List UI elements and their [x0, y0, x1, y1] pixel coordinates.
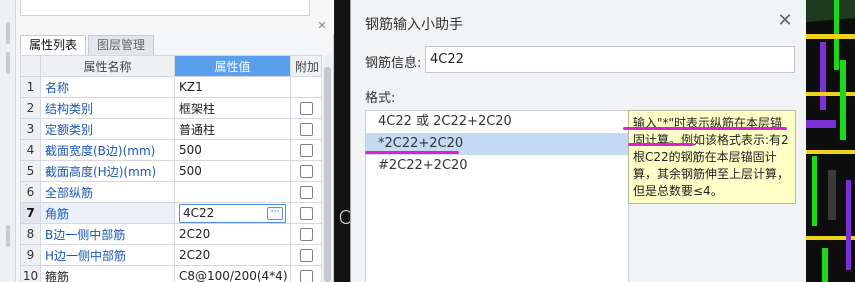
- add-column-header: 附加: [290, 55, 322, 77]
- row-index: 4: [20, 139, 41, 161]
- add-cell: [290, 181, 322, 203]
- close-icon[interactable]: ✕: [776, 12, 794, 30]
- property-name: 箍筋: [40, 265, 175, 282]
- row-index: 1: [20, 76, 41, 98]
- property-value-input[interactable]: 4C22 ···: [179, 203, 286, 223]
- property-table: 属性名称 属性值 附加 1 名称 KZ1 2 结构类别 框架柱 3 定额类别 普通柱 4 截面宽度(…: [20, 55, 322, 282]
- add-cell: [290, 244, 322, 266]
- table-row[interactable]: 1 名称 KZ1: [20, 76, 322, 98]
- row-index: 10: [20, 265, 41, 282]
- property-panel: ✕ 属性列表 图层管理 属性名称 属性值 附加 1 名称 KZ1 2 结构类别 框架柱 3 定…: [16, 0, 334, 282]
- property-name: 全部纵筋: [40, 181, 175, 203]
- table-row[interactable]: 2 结构类别 框架柱: [20, 97, 322, 119]
- property-value[interactable]: C8@100/200(4*4): [174, 265, 291, 282]
- annotation-underline: [628, 143, 694, 146]
- rebar-info-label: 钢筋信息:: [365, 56, 422, 71]
- dialog-title: 钢筋输入小助手: [365, 17, 463, 33]
- add-cell: [290, 202, 322, 224]
- scrollbar-thumb[interactable]: [324, 67, 331, 282]
- tab-property-list[interactable]: 属性列表: [20, 35, 87, 55]
- add-checkbox[interactable]: [299, 270, 313, 282]
- table-row[interactable]: 8 B边一侧中部筋 2C20: [20, 223, 322, 245]
- property-name: 截面高度(H边)(mm): [40, 160, 175, 182]
- add-cell: [290, 223, 322, 245]
- add-cell: [290, 118, 322, 140]
- name-column-header: 属性名称: [40, 55, 175, 77]
- add-checkbox[interactable]: [299, 228, 313, 241]
- format-hint-tooltip: 输入"*"时表示纵筋在本层锚固计算。例如该格式表示:有2根C22的钢筋在本层锚固…: [628, 110, 796, 204]
- panel-scrollbar[interactable]: [323, 55, 332, 282]
- property-name: 名称: [40, 76, 175, 98]
- rebar-input-helper-dialog: 钢筋输入小助手 ✕ 钢筋信息: 格式: 4C22 或 2C22+2C20 *2C…: [350, 0, 806, 282]
- table-row[interactable]: 5 截面高度(H边)(mm) 500: [20, 160, 322, 182]
- format-list: 4C22 或 2C22+2C20 *2C22+2C20 #2C22+2C20: [365, 110, 629, 282]
- structure-render: [806, 0, 855, 282]
- panel-header: ✕: [16, 0, 334, 34]
- row-index: 2: [20, 97, 41, 119]
- tab-layer-management[interactable]: 图层管理: [88, 35, 155, 55]
- row-index: 5: [20, 160, 41, 182]
- property-name: 截面宽度(B边)(mm): [40, 139, 175, 161]
- table-row[interactable]: 9 H边一侧中部筋 2C20: [20, 244, 322, 266]
- add-checkbox[interactable]: [299, 102, 313, 115]
- add-cell: [290, 97, 322, 119]
- table-row[interactable]: 4 截面宽度(B边)(mm) 500: [20, 139, 322, 161]
- property-name: 结构类别: [40, 97, 175, 119]
- left-toolbar-strip: [0, 0, 16, 282]
- property-value[interactable]: KZ1: [174, 76, 291, 98]
- add-checkbox[interactable]: [299, 123, 313, 136]
- property-value[interactable]: 框架柱: [174, 97, 291, 119]
- add-cell: [290, 160, 322, 182]
- handle-grip[interactable]: [6, 225, 10, 247]
- annotation-underline: [365, 151, 459, 154]
- add-checkbox[interactable]: [299, 165, 313, 178]
- property-value[interactable]: 2C20: [174, 223, 291, 245]
- property-value-editor[interactable]: 4C22 ···: [174, 202, 291, 224]
- add-checkbox[interactable]: [299, 186, 313, 199]
- row-index: 3: [20, 118, 41, 140]
- add-cell: [290, 139, 322, 161]
- property-name: H边一侧中部筋: [40, 244, 175, 266]
- property-value[interactable]: 500: [174, 160, 291, 182]
- property-value[interactable]: [174, 181, 291, 203]
- table-row[interactable]: 6 全部纵筋: [20, 181, 322, 203]
- index-column-header: [20, 55, 41, 77]
- handle-grip[interactable]: [6, 22, 10, 44]
- format-label: 格式:: [365, 91, 396, 106]
- property-value[interactable]: 普通柱: [174, 118, 291, 140]
- add-cell: [290, 76, 322, 98]
- add-checkbox[interactable]: [299, 207, 313, 220]
- panel-tabs: 属性列表 图层管理: [20, 35, 156, 55]
- property-value-text: 4C22: [183, 205, 215, 220]
- table-header-row: 属性名称 属性值 附加: [20, 55, 322, 77]
- property-value[interactable]: 500: [174, 139, 291, 161]
- row-index: 7: [20, 202, 41, 224]
- viewport-edge: [335, 0, 352, 282]
- row-index: 8: [20, 223, 41, 245]
- format-option[interactable]: 4C22 或 2C22+2C20: [366, 111, 628, 133]
- format-option[interactable]: #2C22+2C20: [366, 155, 628, 177]
- table-row[interactable]: 3 定额类别 普通柱: [20, 118, 322, 140]
- close-icon[interactable]: ✕: [316, 20, 328, 32]
- table-row[interactable]: 7 角筋 4C22 ···: [20, 202, 322, 224]
- property-name: B边一侧中部筋: [40, 223, 175, 245]
- handle-grip[interactable]: [6, 52, 10, 74]
- table-row[interactable]: 10 箍筋 C8@100/200(4*4): [20, 265, 322, 282]
- add-cell: [290, 265, 322, 282]
- 3d-model-viewport[interactable]: [806, 0, 855, 282]
- add-checkbox[interactable]: [299, 144, 313, 157]
- property-value[interactable]: 2C20: [174, 244, 291, 266]
- row-index: 9: [20, 244, 41, 266]
- add-checkbox[interactable]: [299, 249, 313, 262]
- property-name: 定额类别: [40, 118, 175, 140]
- panel-search-field[interactable]: [20, 0, 310, 16]
- ellipsis-button[interactable]: ···: [267, 206, 283, 220]
- property-name: 角筋: [40, 202, 175, 224]
- annotation-underline: [623, 127, 787, 130]
- value-column-header: 属性值: [174, 55, 291, 77]
- row-index: 6: [20, 181, 41, 203]
- rebar-info-input[interactable]: [425, 46, 795, 73]
